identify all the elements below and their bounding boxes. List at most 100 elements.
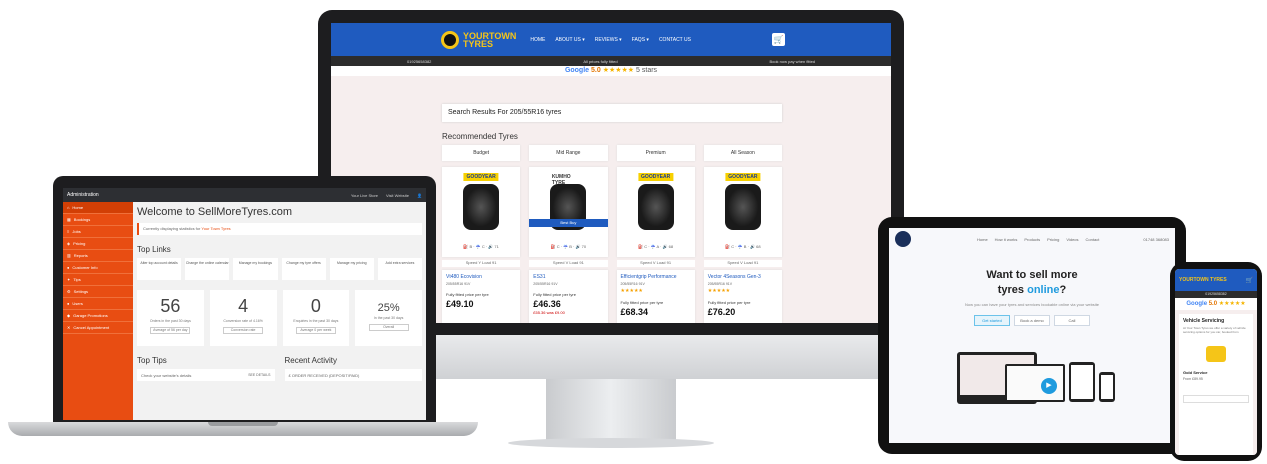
tyre-label-icons: ⛽ C · ☔ B · 🔊 68 xyxy=(725,244,761,249)
service-price: From £89.95 xyxy=(1183,377,1203,381)
tyre-card[interactable]: GOODYEAR ⛽ C · ☔ A · 🔊 68 xyxy=(616,167,695,257)
recommended-heading: Recommended Tyres xyxy=(442,132,518,141)
phone-header: YOURTOWN TYRES 🛒 xyxy=(1175,269,1257,291)
stat-button[interactable]: Average of 56 per day xyxy=(150,327,191,334)
menu-home[interactable]: Home xyxy=(977,237,988,242)
users-icon: ● xyxy=(67,301,70,306)
site-logo[interactable]: YOURTOWN TYRES xyxy=(441,30,516,49)
sidebar-item-cancel[interactable]: ✕ Cancel Appointment xyxy=(63,322,133,334)
tip-button[interactable]: SEE DETAILS xyxy=(248,373,270,377)
fitted-label: Fully fitted price per tyre xyxy=(620,300,664,305)
sidebar-item-users[interactable]: ● Users xyxy=(63,298,133,310)
tyre-info: ES31 205/55R16 91V Fully fitted price pe… xyxy=(529,270,608,323)
menu-faqs[interactable]: FAQS ▾ xyxy=(632,37,649,43)
sidebar-item-promotions[interactable]: ◆ Garage Promotions xyxy=(63,310,133,322)
chart-icon: ▥ xyxy=(67,253,71,258)
tyre-column: Mid Range KUMHO TYRE Best Buy ⛽ C · ☔ B … xyxy=(529,145,608,323)
tyre-old-price: £55.36 was £9.00 xyxy=(533,310,565,315)
tyre-size: 205/55R16 91V xyxy=(620,282,645,286)
sidebar-item-home[interactable]: ⌂ Home xyxy=(63,202,133,214)
bottom-columns: Top Tips Check your website's details SE… xyxy=(137,356,422,381)
tyre-price: £68.34 xyxy=(620,307,649,317)
strip-phone[interactable]: 01925658382 xyxy=(407,59,431,64)
live-store-link[interactable]: Your Live Store xyxy=(351,193,378,198)
service-description: At Your Town Tyres we offer a variety of… xyxy=(1183,326,1246,334)
sidebar-item-bookings[interactable]: ▦ Bookings xyxy=(63,214,133,226)
menu-pricing[interactable]: Pricing xyxy=(1047,237,1059,242)
speed-load: Speed V Load 91 xyxy=(529,260,608,267)
fitted-label: Fully fitted price per tyre xyxy=(533,292,576,297)
tablet-phone[interactable]: 01748 368083 xyxy=(1143,237,1169,242)
activity-text: ORDER RECEIVED (DEPOSIT/PAID) xyxy=(291,373,360,378)
top-tips-heading: Top Tips xyxy=(137,356,167,365)
get-started-button[interactable]: Get started xyxy=(974,315,1010,326)
top-link[interactable]: Change my tyre offers xyxy=(281,258,326,280)
menu-how-it-works[interactable]: How it works xyxy=(995,237,1018,242)
tip-box: Check your website's details SEE DETAILS xyxy=(137,369,275,381)
tyre-column: All Season GOODYEAR ⛽ C · ☔ B · 🔊 68 Spe… xyxy=(703,145,782,323)
sidebar-item-label: Users xyxy=(72,301,83,306)
cart-icon[interactable]: 🛒 xyxy=(1246,277,1253,284)
sidebar-item-label: Bookings xyxy=(73,217,91,222)
sidebar-item-pricing[interactable]: ◈ Pricing xyxy=(63,238,133,250)
logo-line-2: TYRES xyxy=(463,38,494,49)
recent-activity-heading: Recent Activity xyxy=(284,356,337,365)
tablet-screen: Home How it works Products Pricing Video… xyxy=(889,228,1175,443)
strip-book: Book now pay when fitted xyxy=(769,58,816,64)
top-link[interactable]: Alter top account details xyxy=(137,258,182,280)
tyre-info: Efficientgrip Performance 205/55R16 91V … xyxy=(616,270,695,323)
top-link[interactable]: Add extra services xyxy=(377,258,423,280)
laptop-notch xyxy=(208,422,278,426)
admin-topbar: Administration Your Live Store Visit Web… xyxy=(63,188,426,202)
book-demo-button[interactable]: Book a demo xyxy=(1014,315,1050,326)
sidebar-item-customer-info[interactable]: ● Customer Info xyxy=(63,262,133,274)
menu-home[interactable]: HOME xyxy=(530,37,545,43)
stat-button[interactable]: Overall xyxy=(368,324,409,331)
top-link[interactable]: Change the online calendar xyxy=(185,258,230,280)
admin-title: Administration xyxy=(67,192,99,198)
tyre-name[interactable]: Efficientgrip Performance xyxy=(621,274,691,280)
menu-contact[interactable]: CONTACT US xyxy=(659,37,691,43)
note-store-link[interactable]: Your Town Tyres xyxy=(201,226,230,231)
speed-load: Speed V Load 91 xyxy=(616,260,695,267)
menu-videos[interactable]: Videos xyxy=(1066,237,1078,242)
call-button[interactable]: Call xyxy=(1054,315,1090,326)
stat-label: Orders in the past 30 days xyxy=(149,319,191,323)
devices-illustration: ▶ xyxy=(949,348,1119,414)
sellmoretyres-logo-icon[interactable] xyxy=(895,231,911,247)
phone-strip[interactable]: 01925658382 xyxy=(1175,291,1257,298)
service-select[interactable] xyxy=(1183,395,1249,403)
phone-illustration xyxy=(1099,372,1115,402)
top-link[interactable]: Manage my pricing xyxy=(329,258,374,280)
cart-icon[interactable]: 🛒 xyxy=(772,33,785,46)
phone-logo[interactable]: YOURTOWN TYRES xyxy=(1179,277,1227,283)
user-icon[interactable]: 👤 xyxy=(417,193,422,198)
calendar-icon: ▦ xyxy=(67,217,71,222)
top-link[interactable]: Manage my bookings xyxy=(233,258,278,280)
stat-button[interactable]: Average 0 per week xyxy=(295,327,336,334)
sidebar-item-reports[interactable]: ▥ Reports xyxy=(63,250,133,262)
tablet-menu: Home How it works Products Pricing Video… xyxy=(977,237,1099,242)
sidebar-item-tips[interactable]: ✦ Tips xyxy=(63,274,133,286)
sidebar-item-label: Home xyxy=(72,205,84,210)
visit-website-link[interactable]: Visit Website xyxy=(386,193,409,198)
stat-number: 56 xyxy=(160,296,181,316)
tyre-name[interactable]: ES31 xyxy=(533,274,603,280)
rating-score: 5.0 xyxy=(591,67,601,74)
tyre-card[interactable]: KUMHO TYRE Best Buy ⛽ C · ☔ B · 🔊 70 xyxy=(529,167,608,257)
tyre-logo-icon xyxy=(441,30,459,49)
sidebar-item-jobs[interactable]: ≡ Jobs xyxy=(63,226,133,238)
menu-contact[interactable]: Contact xyxy=(1086,237,1100,242)
tyre-info: Vector 4Seasons Gen-3 205/55R16 91V ★★★★… xyxy=(703,270,782,323)
tyre-rating-stars: ★★★★★ xyxy=(620,288,643,294)
menu-reviews[interactable]: REVIEWS ▾ xyxy=(595,37,622,43)
tyre-name[interactable]: Vector 4Seasons Gen-3 xyxy=(708,274,778,280)
stat-button[interactable]: Conversion rate xyxy=(223,327,264,334)
stat-label: Enquiries in the past 30 days xyxy=(293,319,339,323)
tyre-card[interactable]: GOODYEAR ⛽ C · ☔ B · 🔊 68 xyxy=(703,167,782,257)
menu-about[interactable]: ABOUT US ▾ xyxy=(555,37,584,43)
sidebar-item-settings[interactable]: ⚙ Settings xyxy=(63,286,133,298)
play-icon[interactable]: ▶ xyxy=(1041,378,1057,394)
menu-products[interactable]: Products xyxy=(1024,237,1040,242)
top-tips-column: Top Tips Check your website's details SE… xyxy=(137,356,275,381)
